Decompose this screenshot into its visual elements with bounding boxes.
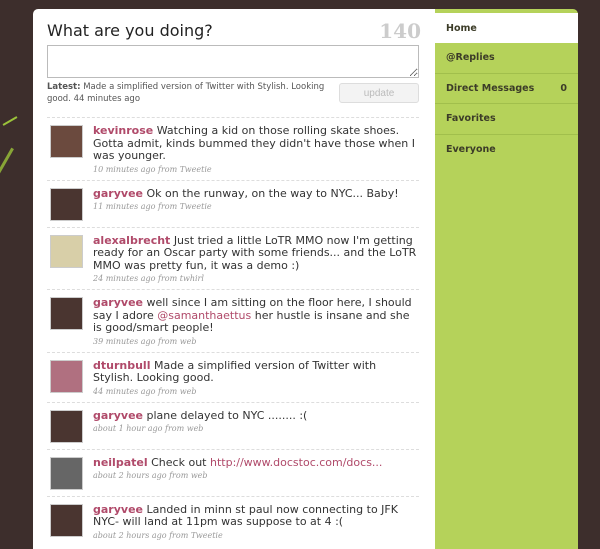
tweet-meta: 24 minutes ago from twhirl	[93, 274, 204, 283]
avatar[interactable]	[50, 456, 83, 490]
avatar[interactable]	[50, 187, 83, 221]
latest-label: Latest:	[47, 82, 81, 92]
tweet-text: Ok on the runway, on the way to NYC... B…	[146, 186, 399, 200]
tweet: garyvee Landed in minn st paul now conne…	[47, 495, 419, 546]
tweet-meta: about 2 hours ago from Tweetie	[93, 530, 223, 540]
avatar[interactable]	[50, 234, 83, 268]
sidebar-nav: Home @Replies Direct Messages 0 Favorites…	[435, 9, 578, 549]
nav-label: Home	[446, 22, 477, 34]
main-panel: What are you doing? 140 Latest: Made a s…	[33, 9, 435, 549]
nav-everyone[interactable]: Everyone	[435, 135, 578, 166]
nav-replies[interactable]: @Replies	[435, 43, 578, 74]
dm-count: 0	[560, 82, 567, 94]
avatar[interactable]	[50, 359, 83, 393]
nav-label: Favorites	[446, 113, 496, 125]
tweet: alexalbrecht Just tried a little LoTR MM…	[47, 226, 419, 290]
username-link[interactable]: garyvee	[93, 187, 143, 200]
avatar[interactable]	[50, 125, 83, 158]
char-counter: 140	[379, 19, 421, 43]
status-input[interactable]	[47, 45, 419, 78]
username-link[interactable]: neilpatel	[93, 456, 148, 469]
nav-home[interactable]: Home	[435, 13, 578, 43]
tweet-meta: 44 minutes ago from web	[93, 386, 197, 396]
tweet-meta: 11 minutes ago from Tweetie	[93, 202, 212, 211]
timeline: kevinrose Watching a kid on those rollin…	[47, 117, 419, 546]
username-link[interactable]: kevinrose	[93, 124, 153, 137]
tweet-meta: about 1 hour ago from web	[93, 424, 204, 433]
latest-text: Made a simplified version of Twitter wit…	[47, 82, 325, 104]
tweet: kevinrose Watching a kid on those rollin…	[47, 117, 419, 180]
latest-status: Latest: Made a simplified version of Twi…	[47, 81, 327, 105]
nav-direct-messages[interactable]: Direct Messages 0	[435, 74, 578, 104]
tweet-meta: 39 minutes ago from web	[93, 336, 197, 346]
mention-link[interactable]: @samanthaettus	[157, 309, 251, 322]
tweet: neilpatel Check out http://www.docstoc.c…	[47, 448, 419, 496]
background-leaf	[2, 116, 18, 126]
tweet: dturnbull Made a simplified version of T…	[47, 351, 419, 402]
tweet-text: plane delayed to NYC ........ :(	[146, 408, 308, 422]
username-link[interactable]: garyvee	[93, 503, 143, 516]
update-button[interactable]: update	[339, 83, 419, 103]
nav-label: Direct Messages	[446, 82, 535, 94]
tweet: garyvee plane delayed to NYC ........ :(…	[47, 401, 419, 449]
nav-label: @Replies	[446, 52, 495, 64]
tweet: garyvee well since I am sitting on the f…	[47, 289, 419, 352]
tweet-meta: 10 minutes ago from Tweetie	[93, 164, 212, 174]
username-link[interactable]: dturnbull	[93, 359, 150, 372]
avatar[interactable]	[50, 503, 83, 537]
tweet-text: Check out	[151, 455, 207, 469]
nav-label: Everyone	[446, 144, 496, 156]
nav-favorites[interactable]: Favorites	[435, 104, 578, 135]
avatar[interactable]	[50, 409, 83, 443]
tweet-meta: about 2 hours ago from web	[93, 471, 208, 480]
url-link[interactable]: http://www.docstoc.com/docs...	[210, 456, 382, 469]
status-prompt: What are you doing?	[47, 21, 213, 40]
avatar[interactable]	[50, 297, 83, 330]
tweet: garyvee Ok on the runway, on the way to …	[47, 179, 419, 227]
username-link[interactable]: garyvee	[93, 409, 143, 422]
username-link[interactable]: alexalbrecht	[93, 234, 170, 247]
background-leaf	[0, 147, 29, 193]
username-link[interactable]: garyvee	[93, 296, 143, 309]
